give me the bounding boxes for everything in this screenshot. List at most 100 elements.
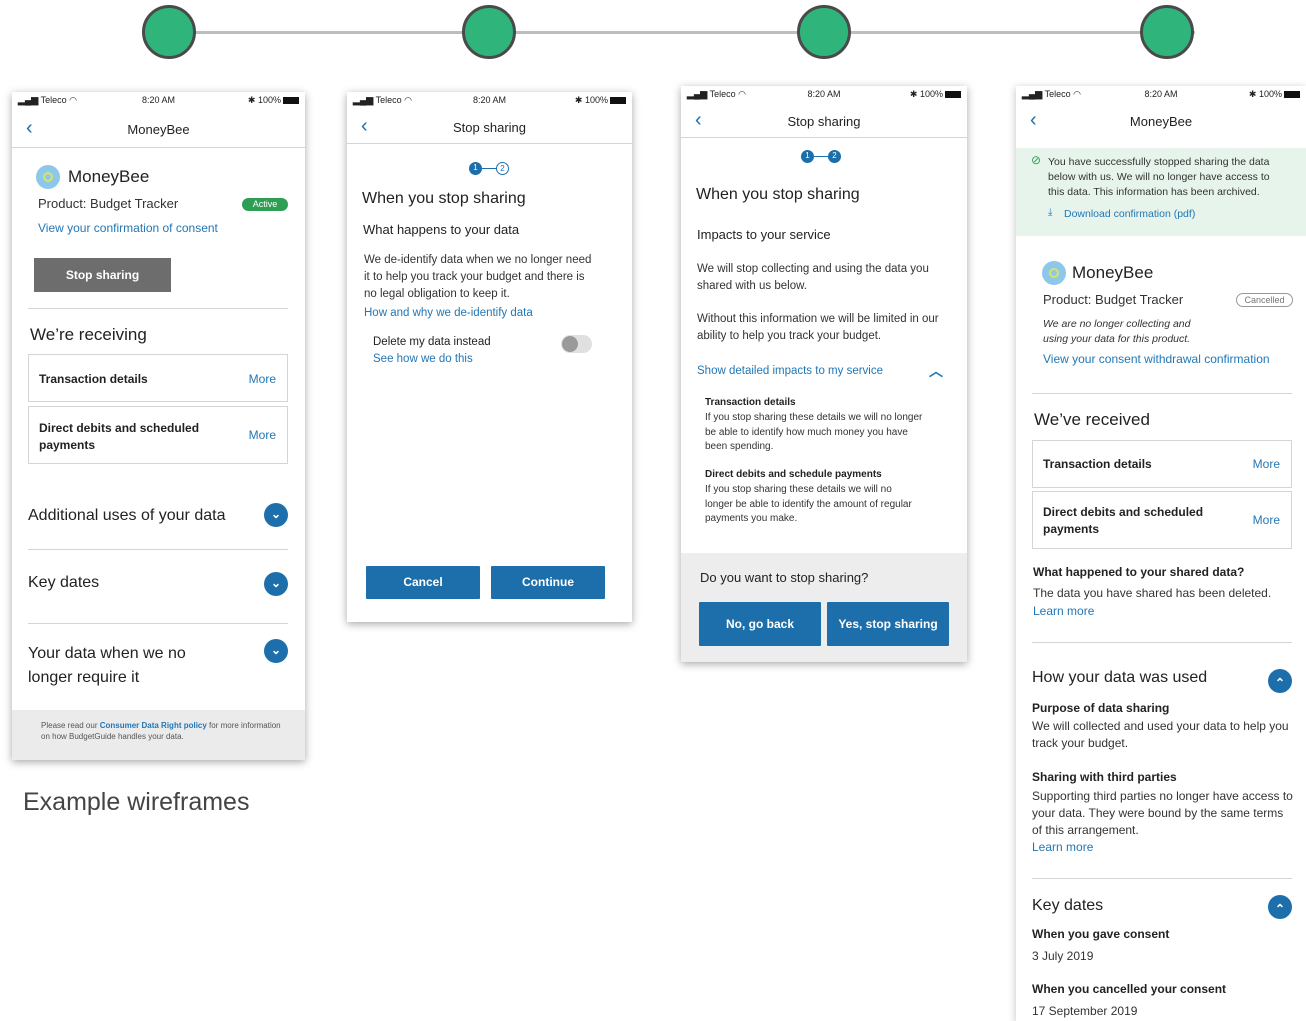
third-parties-title: Sharing with third parties	[1032, 770, 1177, 784]
product-name: Product: Budget Tracker	[38, 196, 179, 211]
chevron-down-icon[interactable]: ⌄	[264, 639, 288, 663]
step-1: 1	[801, 150, 814, 163]
go-back-button[interactable]: No, go back	[699, 602, 821, 646]
detail-title: Transaction details	[705, 397, 796, 408]
download-link[interactable]: Download confirmation (pdf)	[1064, 208, 1195, 220]
flow-step-3	[797, 5, 851, 59]
flow-step-1	[142, 5, 196, 59]
purpose-title: Purpose of data sharing	[1032, 701, 1170, 715]
step-indicator: 1 2	[801, 150, 841, 163]
detail-body: If you stop sharing these details we wil…	[705, 412, 923, 452]
divider	[28, 623, 288, 624]
divider	[1032, 393, 1292, 394]
no-longer-note: We are no longer collecting and using yo…	[1043, 318, 1191, 345]
flow-step-2	[462, 5, 516, 59]
cancel-button[interactable]: Cancel	[366, 566, 480, 599]
battery-icon	[945, 91, 961, 99]
continue-button[interactable]: Continue	[491, 566, 605, 599]
battery-label: 100%	[584, 95, 608, 105]
yes-stop-sharing-button[interactable]: Yes, stop sharing	[827, 602, 949, 646]
chevron-up-icon[interactable]: ⌄	[1268, 669, 1292, 693]
key-dates-heading[interactable]: Key dates	[1032, 897, 1103, 915]
list-item[interactable]: Direct debits and scheduled payments Mor…	[28, 406, 288, 464]
status-bar: ▂▄▆ Teleco ◠ 8:20 AM ✱ 100%	[1016, 86, 1306, 102]
accordion-data-retention[interactable]: Your data when we no longer require it	[28, 642, 228, 690]
screen-sharing-stopped: ▂▄▆ Teleco ◠ 8:20 AM ✱ 100% ‹ MoneyBee ⊘…	[1016, 86, 1306, 1021]
detail-body: If you stop sharing these details we wil…	[705, 484, 912, 524]
learn-more-link[interactable]: Learn more	[1033, 604, 1094, 618]
chevron-down-icon[interactable]: ⌄	[264, 572, 288, 596]
battery-icon	[610, 97, 626, 105]
how-link[interactable]: See how we do this	[373, 353, 473, 365]
battery-label: 100%	[1258, 89, 1282, 99]
success-message: You have successfully stopped sharing th…	[1048, 156, 1270, 198]
detail-title: Direct debits and schedule payments	[705, 469, 882, 480]
cancelled-consent-title: When you cancelled your consent	[1032, 982, 1227, 996]
more-link[interactable]: More	[1253, 513, 1280, 527]
caption: Example wireframes	[23, 788, 250, 816]
stop-sharing-button[interactable]: Stop sharing	[34, 258, 171, 292]
product-name: Product: Budget Tracker	[1043, 292, 1184, 307]
cancelled-consent-date: 17 September 2019	[1032, 1004, 1138, 1018]
bluetooth-icon: ✱	[247, 95, 256, 105]
receiving-heading: We’re receiving	[30, 325, 147, 344]
footer: Please read our Consumer Data Right poli…	[12, 710, 305, 760]
divider	[28, 549, 288, 550]
learn-more-link[interactable]: Learn more	[1032, 840, 1093, 854]
divider	[1032, 878, 1292, 879]
more-link[interactable]: More	[249, 428, 276, 442]
nav-title: MoneyBee	[127, 122, 190, 137]
chevron-up-icon[interactable]: ︿	[929, 361, 943, 381]
body-text: We de-identify data when we no longer ne…	[364, 254, 592, 300]
step-indicator: 1 2	[469, 162, 509, 175]
screen-stop-sharing-step2: ▂▄▆ Teleco ◠ 8:20 AM ✱ 100% ‹ Stop shari…	[681, 86, 967, 662]
chevron-down-icon[interactable]: ⌄	[264, 503, 288, 527]
deidentify-link[interactable]: How and why we de-identify data	[364, 307, 533, 319]
screen-stop-sharing-step1: ▂▄▆ Teleco ◠ 8:20 AM ✱ 100% ‹ Stop shari…	[347, 92, 632, 622]
show-impacts-link[interactable]: Show detailed impacts to my service	[697, 365, 883, 377]
bluetooth-icon: ✱	[1248, 89, 1257, 99]
gave-consent-date: 3 July 2019	[1032, 949, 1094, 963]
subheading: What happens to your data	[363, 222, 520, 237]
moneybee-logo-icon	[36, 165, 60, 189]
footer-prefix: Please read our	[41, 721, 100, 730]
step-2: 2	[496, 162, 509, 175]
impact-paragraph-2: Without this information we will be limi…	[697, 313, 939, 342]
accordion-key-dates[interactable]: Key dates	[28, 574, 99, 592]
nav-title: MoneyBee	[1129, 114, 1193, 129]
impact-paragraph-1: We will stop collecting and using the da…	[697, 263, 929, 292]
battery-icon	[283, 97, 299, 105]
chevron-up-icon[interactable]: ⌄	[1268, 895, 1292, 919]
withdrawal-link[interactable]: View your consent withdrawal confirmatio…	[1043, 352, 1270, 366]
check-circle-icon: ⊘	[1031, 153, 1042, 167]
moneybee-logo-icon	[1042, 261, 1066, 285]
view-consent-link[interactable]: View your confirmation of consent	[38, 221, 218, 235]
policy-link[interactable]: Consumer Data Right policy	[100, 721, 207, 730]
divider	[1032, 642, 1292, 643]
list-item[interactable]: Direct debits and scheduled payments Mor…	[1032, 491, 1292, 549]
flow-line	[195, 31, 1195, 34]
toggle-label: Delete my data instead	[373, 336, 491, 348]
bluetooth-icon: ✱	[574, 95, 583, 105]
data-used-heading[interactable]: How your data was used	[1032, 669, 1207, 687]
list-item[interactable]: Transaction details More	[1032, 440, 1292, 488]
footer-text: Please read our Consumer Data Right poli…	[41, 720, 281, 742]
list-item[interactable]: Transaction details More	[28, 354, 288, 402]
battery-icon	[1284, 91, 1300, 99]
nav-title: Stop sharing	[787, 114, 861, 129]
more-link[interactable]: More	[249, 372, 276, 386]
brand-name: MoneyBee	[68, 167, 150, 186]
download-icon: ⤓	[1048, 207, 1053, 218]
delete-toggle[interactable]	[561, 335, 592, 353]
brand-name: MoneyBee	[1072, 263, 1154, 282]
success-banner: ⊘ You have successfully stopped sharing …	[1016, 148, 1306, 236]
step-connector	[482, 168, 496, 169]
divider	[28, 308, 288, 309]
accordion-additional-uses[interactable]: Additional uses of your data	[28, 507, 225, 525]
confirm-question: Do you want to stop sharing?	[700, 570, 869, 585]
more-link[interactable]: More	[1253, 457, 1280, 471]
item-label: Direct debits and scheduled payments	[1043, 505, 1204, 536]
screen-consent-details: ▂▄▆ Teleco ◠ 8:20 AM ✱ 100% ‹ MoneyBee M…	[12, 92, 305, 760]
heading: When you stop sharing	[696, 186, 860, 203]
heading: When you stop sharing	[362, 190, 526, 207]
